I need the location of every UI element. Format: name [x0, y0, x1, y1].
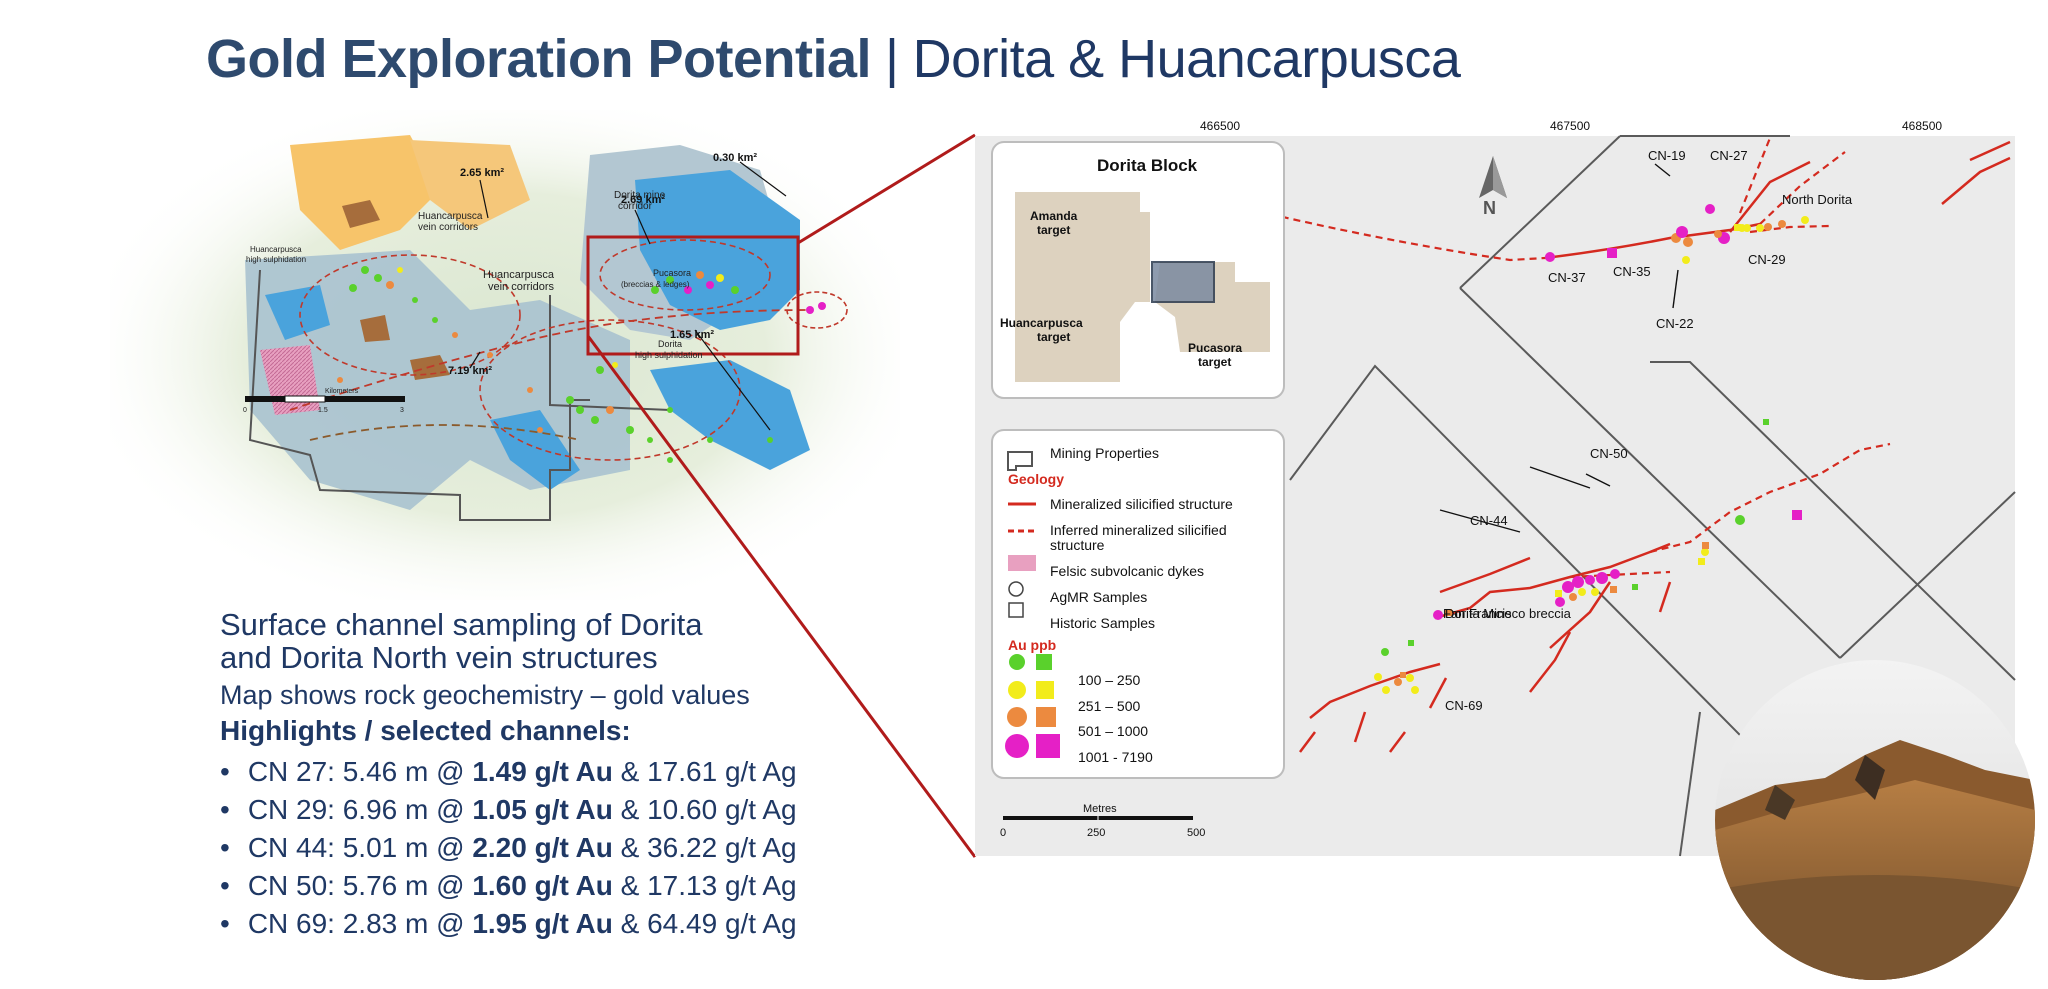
landscape-photo — [1715, 660, 2035, 980]
x-tick-3: 468500 — [1902, 119, 1942, 133]
legend-mining-properties: Mining Properties — [1050, 445, 1159, 461]
x-tick-2: 467500 — [1550, 119, 1590, 133]
legend-class3-square — [1036, 707, 1056, 727]
legend-mineralized: Mineralized silicified structure — [1050, 496, 1233, 512]
inset-pucasora-1: Pucasora — [1188, 341, 1242, 355]
channel-label-cn37: CN-37 — [1548, 270, 1586, 285]
detail-scale-title: Metres — [1083, 803, 1117, 815]
legend-class-4: 1001 - 7190 — [1078, 749, 1153, 765]
legend-au-heading: Au ppb — [1008, 637, 1056, 653]
inset-amanda-1: Amanda — [1030, 209, 1078, 223]
legend-class2-square — [1036, 681, 1054, 699]
channel-label-cn35: CN-35 — [1613, 264, 1651, 279]
inset-dorita-box — [1151, 261, 1215, 303]
legend-class1-circle — [1009, 654, 1025, 670]
legend-class4-circle — [1005, 734, 1029, 758]
inset-pucasora-2: target — [1198, 355, 1231, 369]
legend-historic: Historic Samples — [1050, 615, 1155, 631]
legend-class1-square — [1036, 654, 1052, 670]
inset-huancarpusca-2: target — [1037, 330, 1070, 344]
legend-class2-circle — [1008, 681, 1026, 699]
inset-huancarpusca-1: Huancarpusca — [1000, 316, 1083, 330]
detail-scale-tick-2: 500 — [1187, 827, 1205, 839]
connector-top — [797, 133, 976, 245]
north-label: N — [1483, 198, 1496, 218]
detail-scale-tick-1: 250 — [1087, 827, 1105, 839]
legend-agmr: AgMR Samples — [1050, 589, 1147, 605]
legend-class-1: 100 – 250 — [1078, 672, 1140, 688]
legend-class-3: 501 – 1000 — [1078, 723, 1148, 739]
place-north-dorita: North Dorita — [1782, 192, 1853, 207]
x-tick-1: 466500 — [1200, 119, 1240, 133]
detail-scale-tick-0: 0 — [1000, 827, 1006, 839]
legend-felsic-swatch — [1008, 555, 1036, 571]
channel-label-cn44: CN-44 — [1470, 513, 1508, 528]
map-legend: Mining Properties Geology Mineralized si… — [991, 429, 1285, 779]
place-fan-francisco-breccia: Fan Francisco breccia — [1443, 606, 1571, 621]
legend-inferred-1: Inferred mineralized silicified — [1050, 522, 1227, 538]
channel-label-cn69: CN-69 — [1445, 698, 1483, 713]
inset-amanda-2: target — [1037, 223, 1070, 237]
inset-dorita-block: Dorita Block Amanda target Huancarpusca … — [991, 141, 1285, 399]
channel-label-cn19: CN-19 — [1648, 148, 1686, 163]
legend-class3-circle — [1007, 707, 1027, 727]
channel-label-cn29: CN-29 — [1748, 252, 1786, 267]
channel-label-cn22: CN-22 — [1656, 316, 1694, 331]
legend-geology-heading: Geology — [1008, 471, 1064, 487]
connector-bottom — [586, 335, 977, 858]
inset-title: Dorita Block — [1097, 156, 1198, 175]
legend-inferred-2: structure — [1050, 537, 1105, 553]
legend-felsic: Felsic subvolcanic dykes — [1050, 563, 1204, 579]
landscape-photo-drawing — [1715, 660, 2035, 980]
channel-label-cn27: CN-27 — [1710, 148, 1748, 163]
legend-class-2: 251 – 500 — [1078, 698, 1140, 714]
channel-label-cn50: CN-50 — [1590, 446, 1628, 461]
legend-class4-square — [1036, 734, 1060, 758]
